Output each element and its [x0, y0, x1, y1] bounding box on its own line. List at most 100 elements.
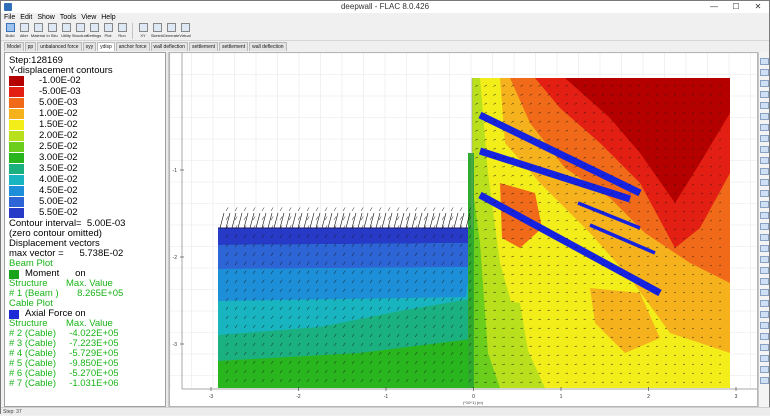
plot-tool-icon[interactable]	[760, 146, 769, 153]
window-title: deepwall - FLAC 8.0.426	[340, 2, 430, 11]
x-tick-label: -1	[384, 394, 389, 400]
plot-tool-icon[interactable]	[760, 344, 769, 351]
contour-swatch	[9, 98, 24, 108]
plot-tool-icon[interactable]	[760, 201, 769, 208]
plot-tool-icon[interactable]	[760, 366, 769, 373]
plot-tool-icon[interactable]	[760, 157, 769, 164]
close-button[interactable]: ✕	[747, 1, 769, 13]
displacement-vector	[459, 207, 463, 212]
toolbar-separator	[132, 23, 133, 39]
displacement-vector	[342, 207, 346, 212]
menu-view[interactable]: View	[81, 13, 96, 22]
plot-tool-icon[interactable]	[760, 322, 769, 329]
minimize-button[interactable]: —	[703, 1, 725, 13]
tab-anchor-force[interactable]: anchor force	[115, 42, 150, 51]
plot-tool-icon[interactable]	[760, 168, 769, 175]
x-tick-label: -2	[296, 394, 301, 400]
heave-vector	[435, 212, 441, 229]
tab-unbalanced-force[interactable]: unbalanced force	[37, 42, 82, 51]
menu-file[interactable]: File	[4, 13, 15, 22]
plot-tool-icon[interactable]	[760, 190, 769, 197]
plot-tool-icon[interactable]	[760, 278, 769, 285]
heave-vector	[237, 212, 243, 229]
plot-tool-icon[interactable]	[760, 311, 769, 318]
plot-tool-icon[interactable]	[760, 333, 769, 340]
plot-tool-icon[interactable]	[760, 300, 769, 307]
tab-wall-deflection[interactable]: wall deflection	[150, 42, 188, 51]
plot-tool-icon[interactable]	[760, 212, 769, 219]
heave-vector	[411, 212, 417, 229]
plot-area[interactable]: -3 -2 -1 0 1 2 3 (*10^1) (m) -1 -2 -3	[169, 52, 758, 407]
plot-tool-icon[interactable]	[760, 102, 769, 109]
tab-pp[interactable]: pp	[24, 42, 37, 51]
displacement-vector	[306, 216, 310, 221]
plot-icon	[103, 23, 113, 32]
menu-bar: File Edit Show Tools View Help	[1, 13, 769, 22]
toolbar-sketch-button[interactable]: Sketch	[150, 22, 164, 41]
menu-show[interactable]: Show	[37, 13, 55, 22]
plot-tool-icon[interactable]	[760, 69, 769, 76]
menu-tools[interactable]: Tools	[60, 13, 76, 22]
displacement-vector	[252, 207, 256, 212]
plot-tool-icon[interactable]	[760, 234, 769, 241]
plot-tool-icon[interactable]	[760, 245, 769, 252]
legend-cable-row: # 7 (Cable) -1.031E+06	[9, 378, 119, 389]
toolbar-virtual-button[interactable]: Virtual	[178, 22, 192, 41]
tab-settlement[interactable]: settlement	[219, 42, 249, 51]
heave-vector	[429, 212, 435, 229]
menu-help[interactable]: Help	[101, 13, 115, 22]
toolbar-in-situ-button[interactable]: In Situ	[45, 22, 59, 41]
plot-tool-icon[interactable]	[760, 256, 769, 263]
x-axis-unit: (*10^1) (m)	[463, 400, 484, 405]
displacement-vector	[243, 216, 247, 221]
plot-tool-icon[interactable]	[760, 58, 769, 65]
toolbar-button-label: Alter	[19, 33, 29, 38]
displacement-vector	[360, 207, 364, 212]
plot-tool-icon[interactable]	[760, 377, 769, 384]
toolbar-run-button[interactable]: Run	[115, 22, 129, 41]
toolbar-build-button[interactable]: Build	[3, 22, 17, 41]
displacement-vector	[441, 216, 445, 221]
x-tick-label: 2	[647, 394, 650, 400]
contour-swatch	[9, 186, 24, 196]
plot-tool-icon[interactable]	[760, 124, 769, 131]
plot-tool-icon[interactable]	[760, 355, 769, 362]
toolbar-material-button[interactable]: Material	[31, 22, 45, 41]
tab-ydisp[interactable]: ydisp	[97, 42, 115, 51]
displacement-vector	[441, 207, 445, 212]
plot-tool-icon[interactable]	[760, 179, 769, 186]
heave-vector	[375, 212, 381, 229]
displacement-vector	[261, 216, 265, 221]
tab-wall-deflection[interactable]: wall deflection	[249, 42, 287, 51]
toolbar-settings-button[interactable]: Settings	[87, 22, 101, 41]
displacement-vector	[360, 216, 364, 221]
toolbar-structure-button[interactable]: Structure	[72, 22, 88, 41]
toolbar-utility-button[interactable]: Utility	[59, 22, 73, 41]
plot-tool-icon[interactable]	[760, 91, 769, 98]
contour-label: 5.00E-02	[39, 196, 78, 207]
plot-tool-icon[interactable]	[760, 113, 769, 120]
toolbar-alter-button[interactable]: Alter	[17, 22, 31, 41]
tab-settlement[interactable]: settlement	[188, 42, 219, 51]
plot-tool-icon[interactable]	[760, 80, 769, 87]
menu-edit[interactable]: Edit	[20, 13, 32, 22]
ydisp-plot: -3 -2 -1 0 1 2 3(*10^1) (m)-1-2-3	[170, 53, 757, 405]
toolbar-generate-button[interactable]: Generate	[163, 22, 179, 41]
plot-tool-icon[interactable]	[760, 135, 769, 142]
plot-tool-icon[interactable]	[760, 289, 769, 296]
toolbar-button-label: XY	[140, 33, 146, 38]
toolbar-button-label: Settings	[86, 33, 102, 38]
plot-tool-icon[interactable]	[760, 267, 769, 274]
tab-syy[interactable]: syy	[82, 42, 97, 51]
sketch-icon	[152, 23, 162, 32]
plot-tool-icon[interactable]	[760, 223, 769, 230]
displacement-vector	[270, 207, 274, 212]
toolbar-plot-button[interactable]: Plot	[101, 22, 115, 41]
heave-vector	[249, 212, 255, 229]
toolbar-xy-button[interactable]: XY	[136, 22, 150, 41]
tab-model[interactable]: Model	[4, 42, 24, 51]
maximize-button[interactable]: ☐	[725, 1, 747, 13]
contour-region	[218, 243, 472, 269]
toolbar-button-label: Material	[30, 33, 46, 38]
toolbar-button-label: In Situ	[46, 33, 58, 38]
